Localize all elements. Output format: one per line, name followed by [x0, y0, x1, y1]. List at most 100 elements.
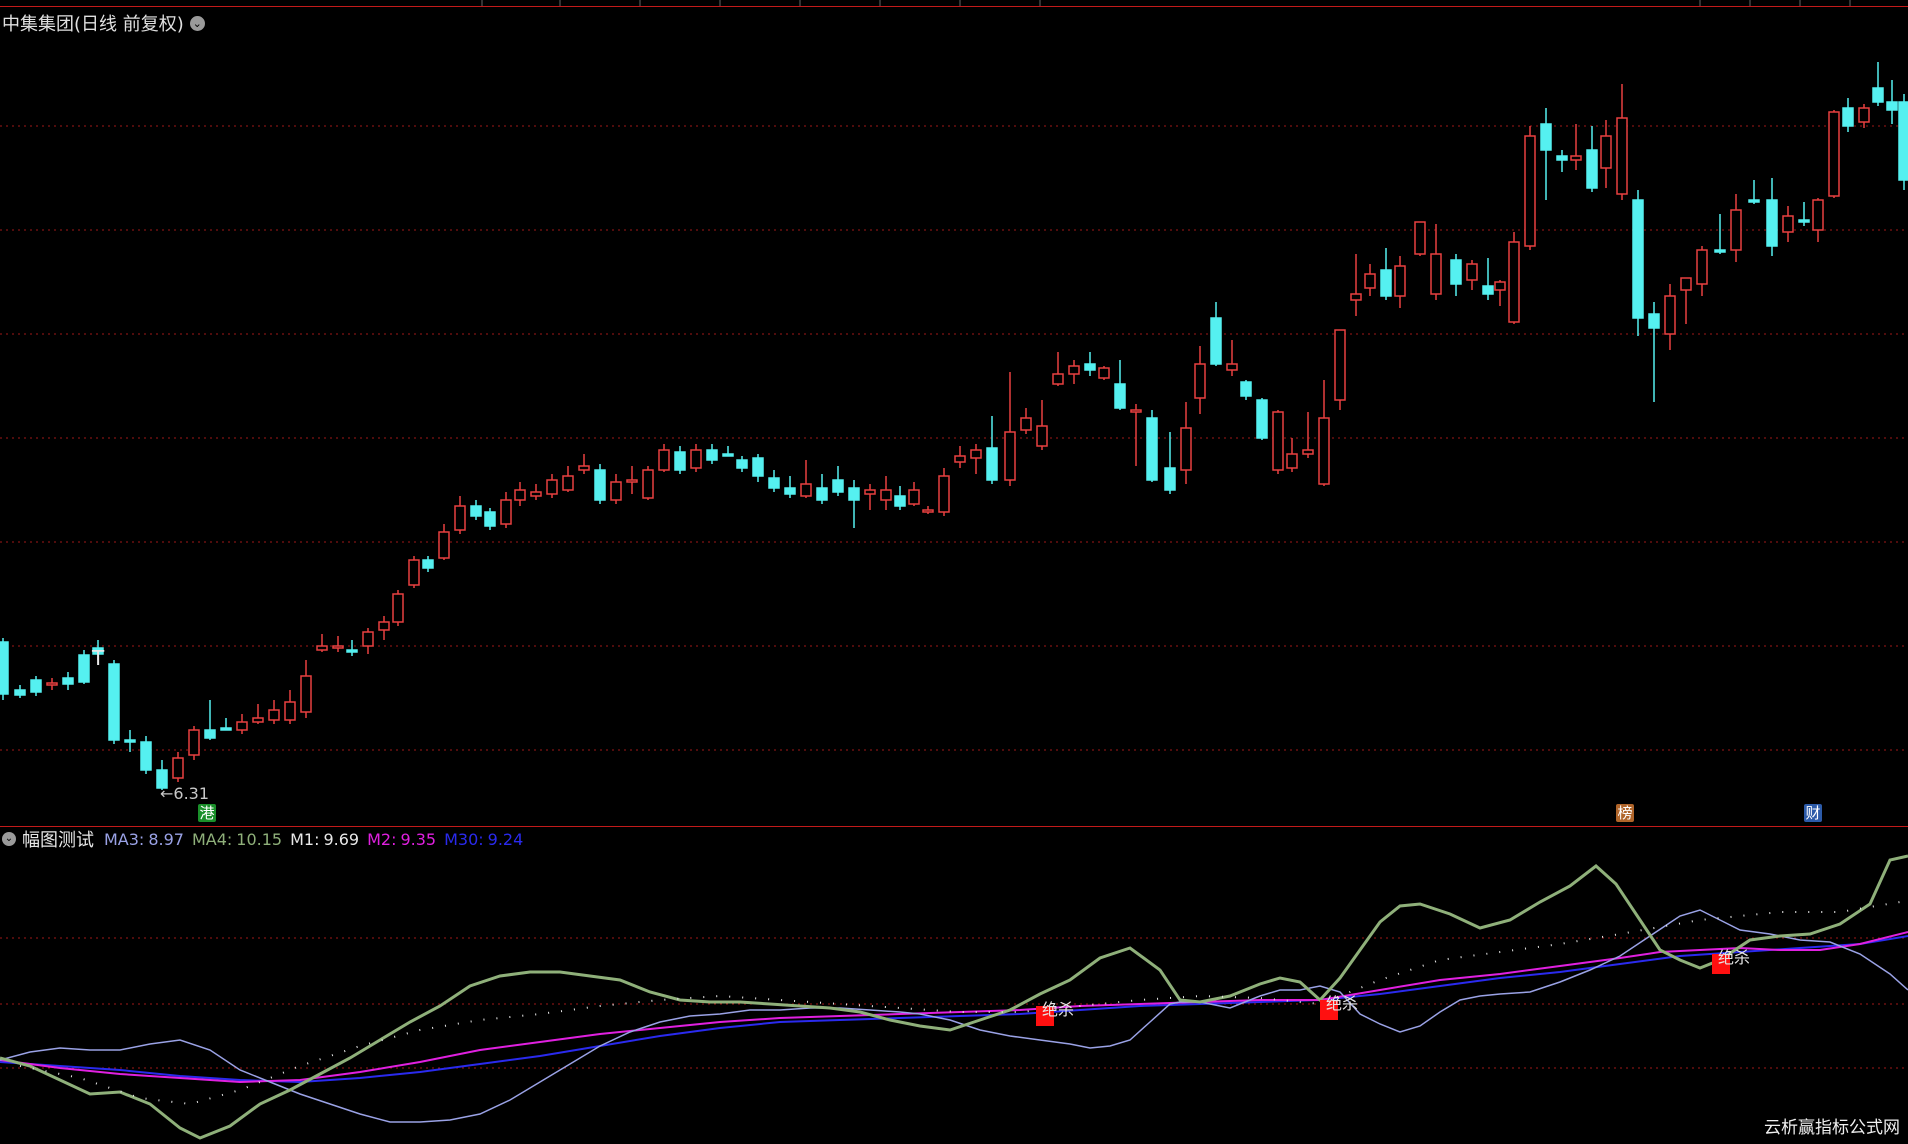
candle-body	[204, 729, 216, 739]
signal-label-3: 绝杀	[1718, 948, 1751, 967]
legend-item-ma4: MA4: 10.15	[191, 829, 283, 849]
candle-body	[1164, 467, 1176, 491]
candle-body	[1872, 87, 1884, 103]
legend-item-m30: M30: 9.24	[444, 829, 524, 849]
candle-body	[1730, 209, 1742, 251]
candle-body	[848, 487, 860, 501]
candle-body	[1632, 199, 1644, 319]
main-chart[interactable]	[0, 0, 1908, 1144]
candle-body	[642, 469, 654, 499]
candle-body	[674, 451, 686, 471]
chevron-down-icon[interactable]: ⌄	[2, 832, 16, 846]
candle-body	[1394, 265, 1406, 297]
candle-body	[1210, 317, 1222, 365]
candle-body	[1130, 409, 1142, 413]
candle-body	[1828, 111, 1840, 197]
candle-body	[1616, 117, 1628, 195]
candle-body	[578, 465, 590, 471]
candle-body	[14, 689, 26, 696]
candle-body	[800, 483, 812, 497]
candle-body	[1782, 215, 1794, 233]
event-tag-1[interactable]: 港	[198, 804, 216, 822]
candle-body	[438, 531, 450, 559]
candle-body	[706, 449, 718, 461]
candle-body	[1068, 365, 1080, 375]
indicator-name: 幅图测试	[22, 830, 94, 851]
watermark: 云析赢指标公式网	[1764, 1118, 1900, 1138]
candle-body	[46, 682, 58, 686]
candle-body	[970, 449, 982, 459]
candle-body	[1286, 453, 1298, 469]
candle-body	[816, 487, 828, 501]
candle-body	[140, 741, 152, 771]
candle-body	[514, 489, 526, 501]
candle-body	[1664, 295, 1676, 335]
candle-body	[1052, 373, 1064, 385]
candle-body	[690, 449, 702, 469]
candle-body	[832, 479, 844, 493]
candle-body	[362, 631, 374, 647]
candle-body	[1450, 259, 1462, 285]
candle-body	[1886, 101, 1898, 111]
candle-body	[1570, 155, 1582, 161]
candle-body	[1540, 123, 1552, 151]
candle-body	[736, 459, 748, 469]
event-tag-2[interactable]: 榜	[1616, 804, 1634, 822]
candle-body	[500, 499, 512, 525]
candle-body	[530, 491, 542, 497]
candle-body	[1482, 285, 1494, 295]
candle-body	[908, 489, 920, 505]
candle-body	[78, 654, 90, 683]
candle-body	[880, 489, 892, 501]
candle-body	[1842, 107, 1854, 127]
candle-body	[220, 727, 232, 731]
candle-body	[1858, 107, 1870, 123]
low-price-label: ←6.31	[160, 784, 210, 803]
candle-body	[1898, 101, 1908, 181]
candle-body	[986, 447, 998, 481]
candle-body	[316, 645, 328, 651]
candle-body	[252, 717, 264, 723]
candle-body	[1036, 425, 1048, 447]
candle-body	[188, 729, 200, 756]
candle-body	[1380, 269, 1392, 297]
candle-body	[562, 475, 574, 491]
candle-body	[332, 645, 344, 649]
candle-body	[1302, 449, 1314, 455]
candle-body	[954, 455, 966, 463]
candle-body	[268, 709, 280, 721]
legend-item-m1: M1: 9.69	[290, 829, 360, 849]
m1-line	[19, 901, 1901, 1106]
candle-body	[1146, 417, 1158, 481]
candle-body	[30, 679, 42, 693]
candle-body	[594, 469, 606, 501]
candle-body	[1020, 417, 1032, 431]
candle-body	[172, 757, 184, 779]
t-marker: T	[92, 646, 105, 670]
candle-body	[108, 663, 120, 741]
signal-label-1: 绝杀	[1042, 1000, 1075, 1019]
candle-body	[454, 505, 466, 531]
candle-body	[1272, 411, 1284, 471]
candle-body	[1430, 253, 1442, 295]
candle-body	[124, 739, 136, 743]
candle-body	[1466, 263, 1478, 281]
event-tag-3[interactable]: 财	[1804, 804, 1822, 822]
candle-body	[1680, 277, 1692, 291]
candle-body	[546, 479, 558, 495]
candle-body	[346, 649, 358, 653]
candle-body	[392, 593, 404, 623]
candle-body	[422, 559, 434, 569]
candle-body	[1180, 427, 1192, 471]
candle-body	[284, 701, 296, 721]
candle-body	[1494, 281, 1506, 291]
candle-body	[938, 475, 950, 513]
candle-body	[894, 495, 906, 507]
candle-body	[378, 621, 390, 631]
legend-item-m2: M2: 9.35	[367, 829, 437, 849]
indicator-legend: MA3: 8.97 MA4: 10.15 M1: 9.69 M2: 9.35 M30: 9.24	[104, 830, 531, 849]
candle-body	[1600, 135, 1612, 169]
candle-body	[408, 559, 420, 586]
candle-body	[1648, 313, 1660, 329]
candle-body	[1318, 417, 1330, 485]
